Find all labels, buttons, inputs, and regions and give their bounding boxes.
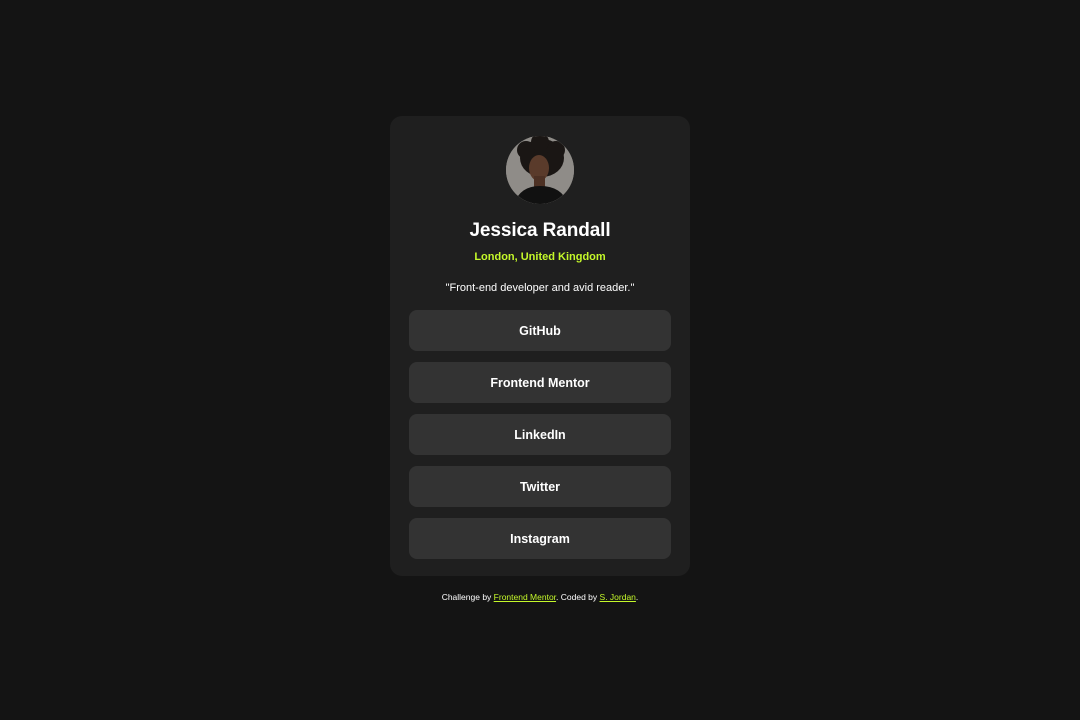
profile-name: Jessica Randall <box>469 220 611 241</box>
attribution-footer: Challenge by Frontend Mentor. Coded by S… <box>0 591 1080 603</box>
github-link-button[interactable]: GitHub <box>409 310 671 351</box>
attribution-prefix: Challenge by <box>441 592 494 602</box>
profile-bio: "Front-end developer and avid reader." <box>445 282 635 294</box>
social-links: GitHub Frontend Mentor LinkedIn Twitter … <box>409 310 671 559</box>
author-attribution-link[interactable]: S. Jordan <box>600 592 636 602</box>
twitter-link-button[interactable]: Twitter <box>409 466 671 507</box>
linkedin-link-button[interactable]: LinkedIn <box>409 414 671 455</box>
attribution-suffix: . <box>635 592 639 602</box>
profile-card: Jessica Randall London, United Kingdom "… <box>390 116 690 576</box>
avatar <box>506 136 574 204</box>
attribution-middle: . Coded by <box>556 592 600 602</box>
instagram-link-button[interactable]: Instagram <box>409 518 671 559</box>
frontend-mentor-attribution-link[interactable]: Frontend Mentor <box>494 592 556 602</box>
frontend-mentor-link-button[interactable]: Frontend Mentor <box>409 362 671 403</box>
avatar-photo-icon <box>506 136 574 204</box>
profile-location: London, United Kingdom <box>474 251 606 263</box>
